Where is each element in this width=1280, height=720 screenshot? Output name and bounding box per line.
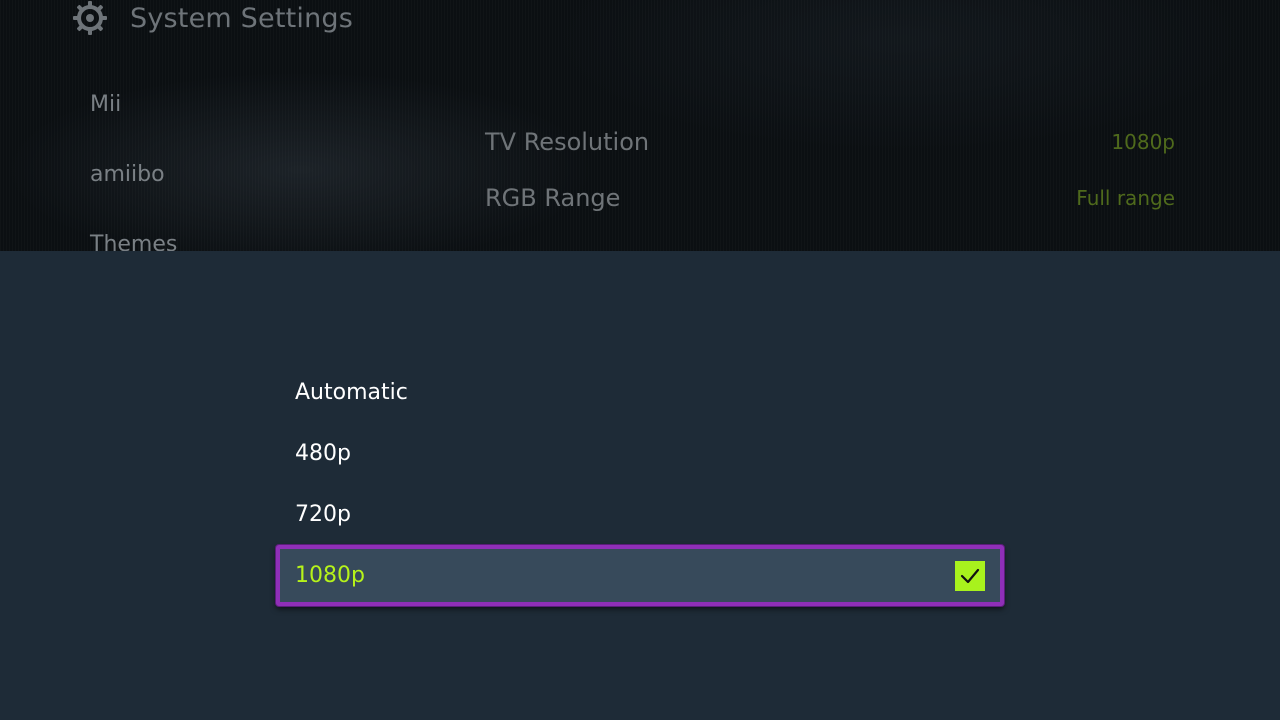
sidebar-item-mii[interactable]: Mii: [90, 86, 177, 156]
option-automatic[interactable]: Automatic: [276, 362, 1004, 423]
system-settings-screen: System Settings Mii amiibo Themes TV Res…: [0, 0, 1280, 720]
settings-background: System Settings Mii amiibo Themes TV Res…: [0, 0, 1280, 251]
settings-list: TV Resolution 1080p RGB Range Full range: [485, 106, 1175, 233]
checkmark-icon: [955, 560, 985, 591]
option-1080p-selected[interactable]: 1080p: [276, 545, 1004, 606]
sidebar-item-amiibo[interactable]: amiibo: [90, 156, 177, 226]
resolution-popup: Automatic 480p 720p 1080p: [0, 251, 1280, 720]
sidebar-item-themes[interactable]: Themes: [90, 226, 177, 251]
page-title: System Settings: [130, 2, 354, 34]
setting-value: 1080p: [1111, 129, 1175, 154]
header: System Settings: [72, 0, 353, 40]
sidebar: Mii amiibo Themes: [90, 86, 177, 251]
setting-value: Full range: [1076, 185, 1175, 210]
option-480p[interactable]: 480p: [276, 423, 1004, 484]
option-label: 1080p: [295, 563, 365, 588]
setting-label: TV Resolution: [485, 127, 650, 156]
setting-rgb-range[interactable]: RGB Range Full range: [485, 162, 1175, 233]
option-720p[interactable]: 720p: [276, 484, 1004, 545]
setting-label: RGB Range: [485, 183, 621, 212]
gear-icon: [73, 1, 107, 35]
